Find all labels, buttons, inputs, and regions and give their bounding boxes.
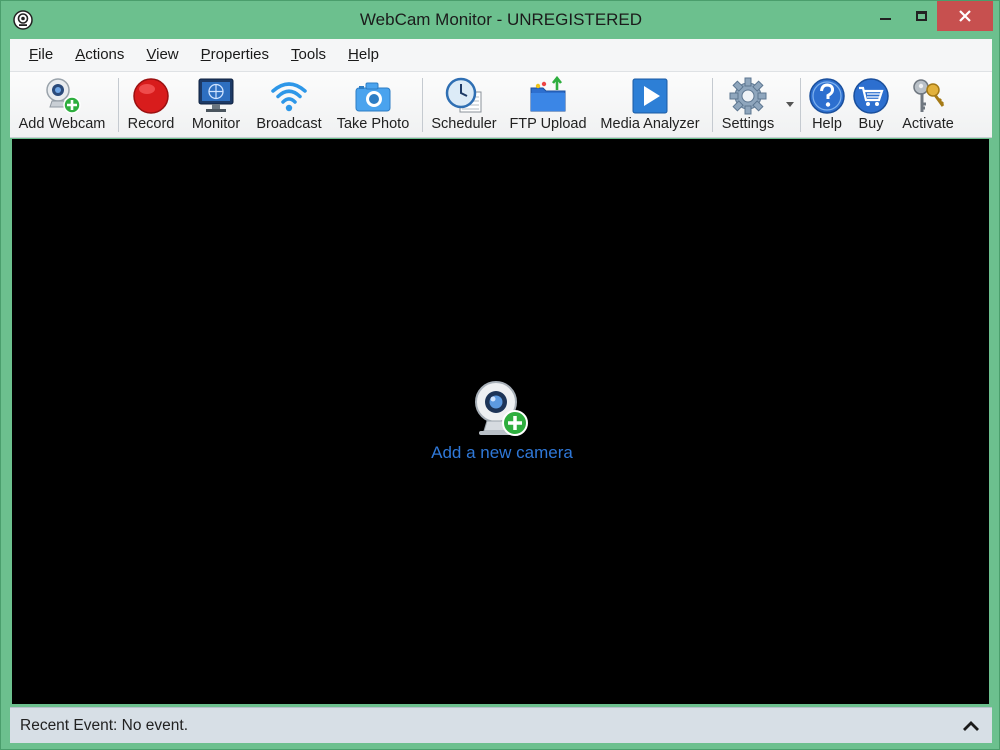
record-label: Record	[127, 116, 175, 132]
menu-file-label: ile	[38, 46, 54, 63]
toolbar-separator	[712, 78, 713, 132]
take-photo-button[interactable]: Take Photo	[330, 74, 416, 136]
menu-tools[interactable]: Tools	[280, 39, 337, 71]
camera-icon	[355, 82, 391, 112]
toolbar-separator	[118, 78, 119, 132]
maximize-button[interactable]	[903, 1, 939, 31]
buy-button[interactable]: Buy	[850, 74, 892, 136]
scheduler-button[interactable]: Scheduler	[426, 74, 502, 136]
menu-tools-label: ools	[298, 46, 327, 63]
monitor-icon	[198, 78, 234, 112]
media-analyzer-button[interactable]: Media Analyzer	[596, 74, 704, 136]
record-icon	[133, 78, 169, 114]
minimize-icon	[879, 18, 891, 20]
menu-actions-accel: A	[75, 46, 86, 63]
close-icon	[959, 10, 971, 22]
close-button[interactable]	[937, 1, 993, 31]
cart-icon	[853, 78, 889, 114]
menu-help-label: elp	[358, 46, 379, 63]
add-webcam-button[interactable]: Add Webcam	[14, 74, 110, 136]
scheduler-label: Scheduler	[431, 116, 497, 132]
broadcast-button[interactable]: Broadcast	[252, 74, 326, 136]
minimize-button[interactable]	[867, 1, 903, 31]
help-button[interactable]: Help	[804, 74, 850, 136]
webcam-add-icon	[46, 78, 81, 114]
menu-properties-label: roperties	[210, 46, 270, 63]
ftp-upload-label: FTP Upload	[509, 116, 587, 132]
menu-file-accel: F	[29, 46, 39, 63]
broadcast-label: Broadcast	[256, 116, 322, 132]
play-icon	[632, 78, 668, 114]
settings-dropdown-arrow-icon[interactable]	[786, 102, 794, 107]
wifi-broadcast-icon	[271, 82, 307, 112]
menu-view[interactable]: View	[135, 39, 189, 71]
menu-actions-label: ctions	[85, 46, 125, 63]
activate-button[interactable]: Activate	[894, 74, 962, 136]
title-bar: WebCam Monitor - UNREGISTERED	[1, 1, 1000, 39]
record-button[interactable]: Record	[122, 74, 180, 136]
menu-view-accel: V	[146, 46, 157, 63]
chevron-up-icon[interactable]	[960, 716, 982, 736]
webcam-add-icon	[475, 381, 528, 436]
gear-icon	[729, 77, 767, 115]
menu-help[interactable]: Help	[337, 39, 390, 71]
recent-event-text: Recent Event: No event.	[20, 717, 189, 734]
help-label: Help	[812, 116, 842, 132]
menu-properties-accel: P	[200, 46, 211, 63]
camera-viewport[interactable]: Add a new camera	[12, 139, 989, 704]
menu-view-label: iew	[156, 46, 179, 63]
activate-label: Activate	[902, 116, 954, 132]
menu-help-accel: H	[348, 46, 359, 63]
buy-label: Buy	[858, 116, 884, 132]
take-photo-label: Take Photo	[336, 116, 410, 132]
media-analyzer-label: Media Analyzer	[600, 116, 700, 132]
add-new-camera-link[interactable]: Add a new camera	[402, 379, 602, 463]
maximize-icon	[915, 11, 927, 21]
folder-upload-icon	[530, 76, 566, 112]
toolbar-separator	[800, 78, 801, 132]
menu-actions[interactable]: Actions	[64, 39, 135, 71]
ftp-upload-button[interactable]: FTP Upload	[504, 74, 592, 136]
menu-tools-accel: T	[291, 46, 299, 63]
keys-icon	[913, 79, 945, 112]
app-window: WebCam Monitor - UNREGISTERED File Actio…	[0, 0, 1000, 750]
menu-bar: File Actions View Properties Tools Help	[10, 39, 992, 71]
settings-button[interactable]: Settings	[716, 74, 780, 136]
clock-calendar-icon	[445, 77, 482, 113]
monitor-label: Monitor	[191, 116, 241, 132]
toolbar: Add Webcam Record Monitor Broadcast Take…	[10, 71, 992, 138]
status-bar: Recent Event: No event.	[10, 707, 992, 743]
toolbar-separator	[422, 78, 423, 132]
menu-properties[interactable]: Properties	[190, 39, 280, 71]
help-icon	[809, 78, 845, 114]
settings-label: Settings	[721, 116, 775, 132]
add-webcam-label: Add Webcam	[18, 116, 106, 132]
add-new-camera-label[interactable]: Add a new camera	[402, 443, 602, 463]
menu-file[interactable]: File	[18, 39, 64, 71]
monitor-button[interactable]: Monitor	[182, 74, 250, 136]
window-title: WebCam Monitor - UNREGISTERED	[359, 10, 643, 29]
